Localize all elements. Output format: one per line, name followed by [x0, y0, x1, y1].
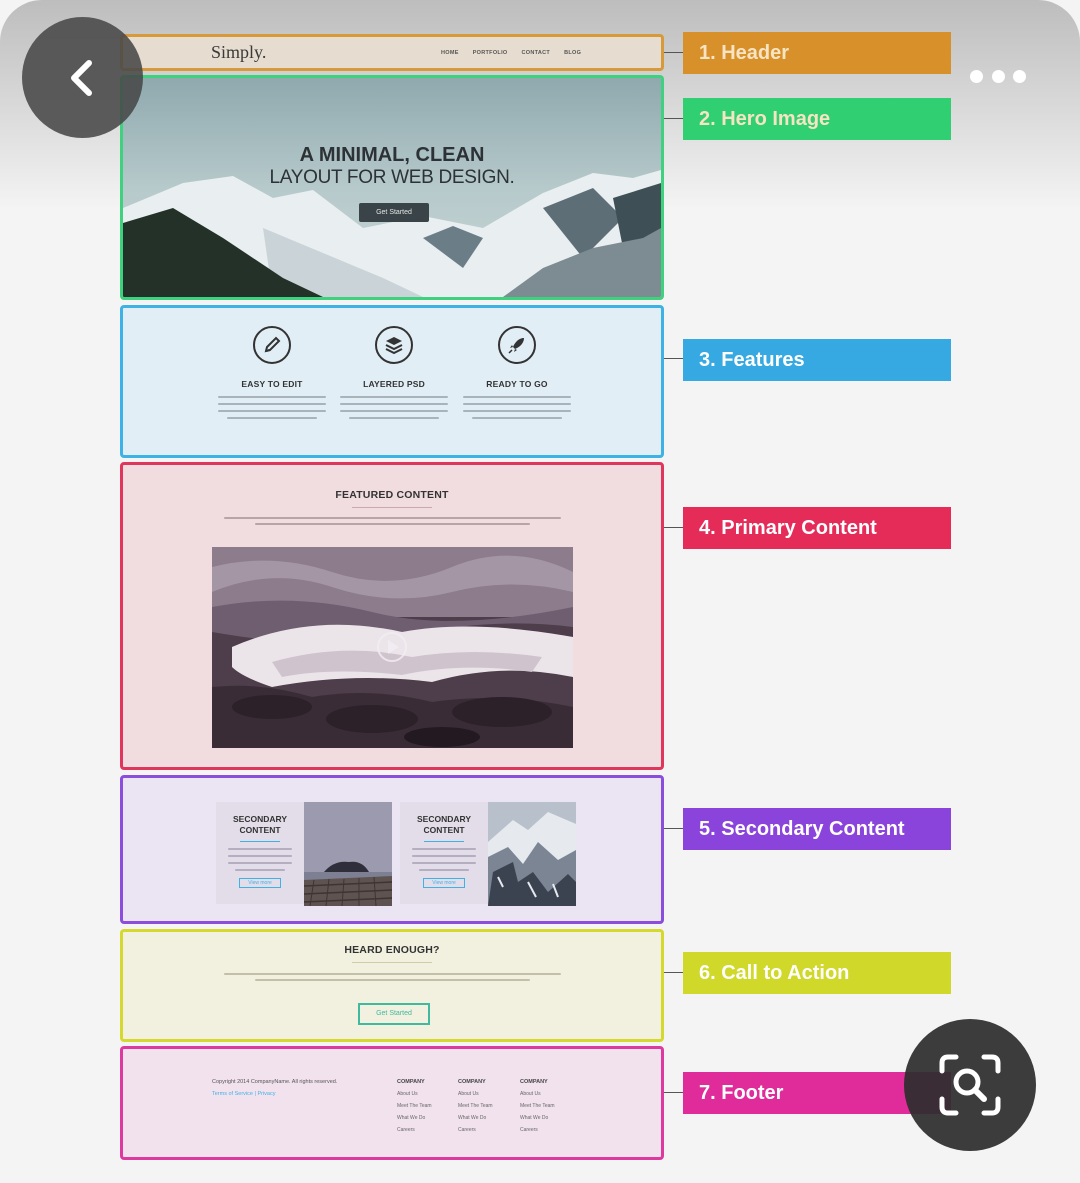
primary-content-section: FEATURED CONTENT — [120, 462, 664, 770]
card-title: CONTENT — [423, 825, 465, 835]
feature-title: EASY TO EDIT — [241, 379, 303, 389]
layers-icon — [375, 326, 413, 364]
footer-link: What We Do — [520, 1115, 549, 1121]
text-line — [224, 973, 561, 975]
nav-home: HOME — [441, 50, 459, 56]
pencil-icon — [253, 326, 291, 364]
footer-section: Copyright 2014 CompanyName. All rights r… — [120, 1046, 664, 1160]
label-features: 3. Features — [683, 339, 951, 381]
hero-get-started-button: Get Started — [359, 203, 429, 222]
rocket-icon — [498, 326, 536, 364]
connector-line — [664, 527, 683, 528]
card-title: SECONDARY — [233, 814, 287, 824]
label-header: 1. Header — [683, 32, 951, 74]
terms-link: Terms of Service | Privacy — [212, 1091, 276, 1097]
feature-ready-to-go: READY TO GO — [459, 326, 575, 424]
footer-column: COMPANY About Us Meet The Team What We D… — [520, 1079, 580, 1139]
connector-line — [664, 828, 683, 829]
footer-column-heading: COMPANY — [520, 1079, 548, 1085]
header-section: Simply. HOME PORTFOLIO CONTACT BLOG — [120, 34, 664, 71]
secondary-pier-image — [304, 802, 392, 906]
more-dots-icon — [970, 69, 983, 83]
cta-get-started-button: Get Started — [358, 1003, 430, 1025]
footer-column-heading: COMPANY — [458, 1079, 486, 1085]
label-primary-content: 4. Primary Content — [683, 507, 951, 549]
view-more-button: View more — [239, 878, 281, 888]
footer-column-heading: COMPANY — [397, 1079, 425, 1085]
footer-link: Careers — [520, 1127, 538, 1133]
more-options-button[interactable] — [966, 62, 1030, 90]
hero-subtitle: LAYOUT FOR WEB DESIGN. — [269, 167, 515, 188]
secondary-mountain-image — [488, 802, 576, 906]
visual-search-icon — [939, 1054, 1001, 1116]
nav-portfolio: PORTFOLIO — [472, 50, 508, 56]
secondary-card-text: SECONDARY CONTENT View more — [216, 802, 304, 904]
feature-title: LAYERED PSD — [363, 379, 425, 389]
footer-link: What We Do — [458, 1115, 487, 1121]
footer-column: COMPANY About Us Meet The Team What We D… — [458, 1079, 518, 1139]
feature-layered-psd: LAYERED PSD — [336, 326, 452, 424]
secondary-card-text: SECONDARY CONTENT View more — [400, 802, 488, 904]
card-underline — [424, 841, 464, 842]
label-call-to-action: 6. Call to Action — [683, 952, 951, 994]
text-line — [255, 523, 530, 525]
connector-line — [664, 118, 683, 119]
footer-link: Careers — [458, 1127, 476, 1133]
label-hero-image: 2. Hero Image — [683, 98, 951, 140]
footer-link: What We Do — [397, 1115, 426, 1121]
label-secondary-content: 5. Secondary Content — [683, 808, 951, 850]
connector-line — [664, 358, 683, 359]
nav-blog: BLOG — [564, 50, 582, 56]
text-line — [224, 517, 561, 519]
card-title: SECONDARY — [417, 814, 471, 824]
chevron-left-icon — [70, 59, 92, 96]
text-line — [255, 979, 530, 981]
footer-column: COMPANY About Us Meet The Team What We D… — [397, 1079, 457, 1139]
secondary-content-section: SECONDARY CONTENT View more SECONDARY CONT… — [120, 775, 664, 924]
feature-easy-to-edit: EASY TO EDIT — [214, 326, 330, 424]
visual-search-button[interactable] — [904, 1019, 1036, 1151]
back-button[interactable] — [22, 17, 143, 138]
hero-section: A MINIMAL, CLEAN LAYOUT FOR WEB DESIGN. … — [120, 75, 664, 300]
feature-text — [459, 396, 575, 419]
footer-link: Careers — [397, 1127, 415, 1133]
feature-text — [214, 396, 330, 419]
hero-title: A MINIMAL, CLEAN — [299, 144, 485, 166]
title-underline — [352, 507, 432, 508]
feature-text — [336, 396, 452, 419]
features-section: EASY TO EDIT LAYERED PSD READY TO GO — [120, 305, 664, 458]
site-logo: Simply. — [211, 42, 267, 62]
cta-title: HEARD ENOUGH? — [344, 944, 440, 956]
feature-title: READY TO GO — [486, 379, 548, 389]
copyright-text: Copyright 2014 CompanyName. All rights r… — [212, 1079, 338, 1085]
card-underline — [240, 841, 280, 842]
footer-link: Meet The Team — [397, 1103, 432, 1109]
footer-link: About Us — [458, 1091, 479, 1097]
footer-link: Meet The Team — [458, 1103, 493, 1109]
primary-title: FEATURED CONTENT — [335, 489, 449, 501]
site-nav: HOME PORTFOLIO CONTACT BLOG — [441, 50, 581, 56]
connector-line — [664, 1092, 683, 1093]
card-title: CONTENT — [239, 825, 281, 835]
nav-contact: CONTACT — [521, 50, 551, 56]
connector-line — [664, 52, 683, 53]
connector-line — [664, 972, 683, 973]
featured-video — [212, 547, 573, 748]
footer-link: About Us — [520, 1091, 541, 1097]
title-underline — [352, 962, 432, 963]
view-more-button: View more — [423, 878, 465, 888]
footer-link: About Us — [397, 1091, 418, 1097]
footer-link: Meet The Team — [520, 1103, 555, 1109]
call-to-action-section: HEARD ENOUGH? Get Started — [120, 929, 664, 1042]
